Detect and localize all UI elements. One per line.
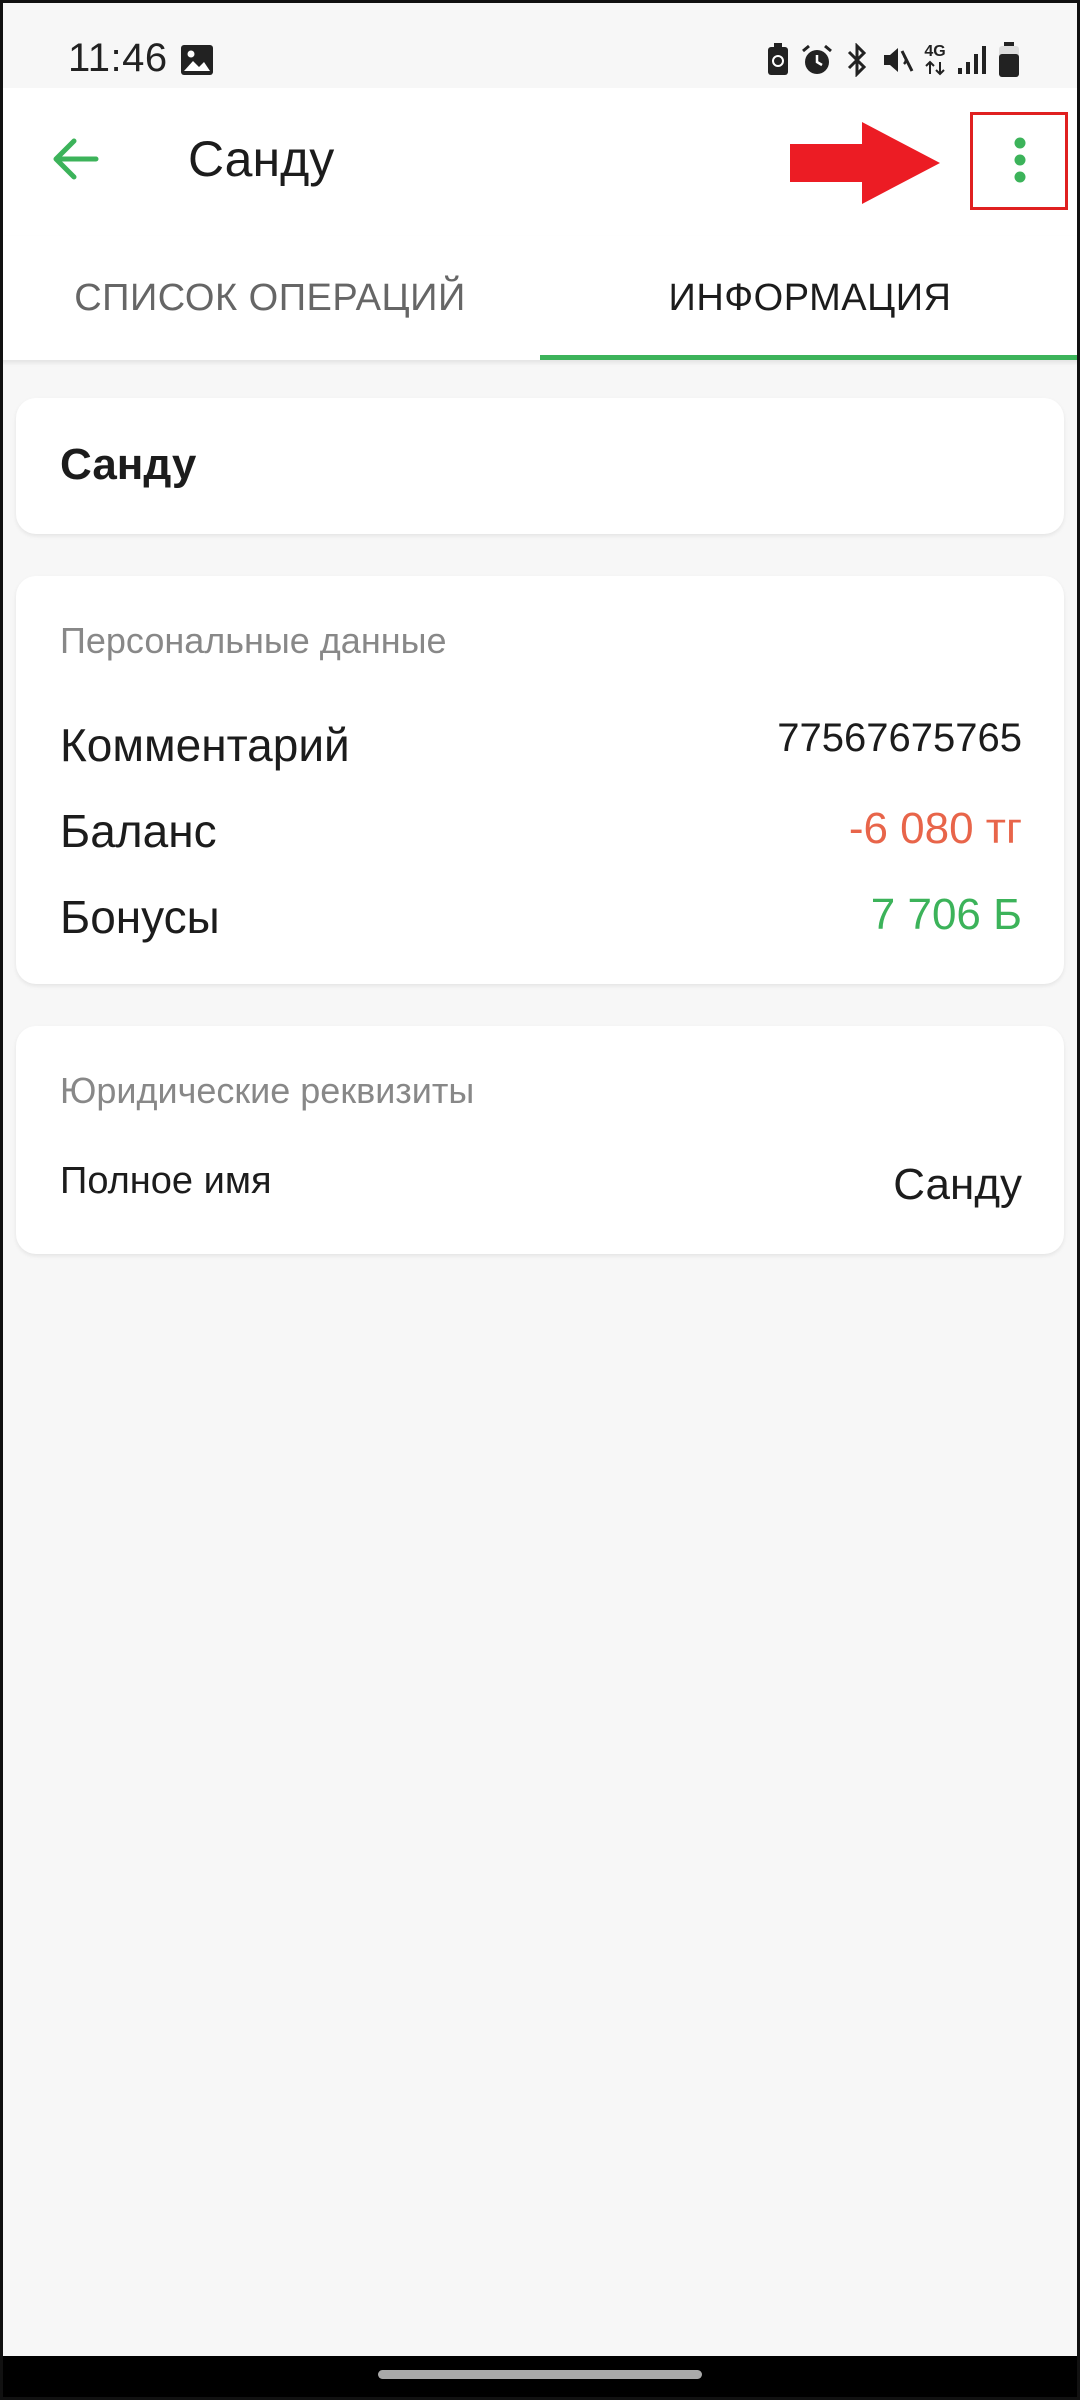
balance-value: -6 080 тг xyxy=(848,804,1022,853)
status-bar: 11:46 4G xyxy=(0,0,1080,88)
battery-saver-icon xyxy=(766,43,790,77)
bluetooth-icon xyxy=(844,43,870,77)
comment-value: 77567675765 xyxy=(777,716,1022,760)
network-4g-icon: 4G xyxy=(924,44,946,76)
status-time: 11:46 xyxy=(68,36,168,80)
signal-icon xyxy=(956,44,988,76)
legal-details-card: Юридические реквизиты Полное имя Санду xyxy=(16,1026,1064,1254)
bonus-value: 7 706 Б xyxy=(870,890,1022,939)
annotation-arrow-icon xyxy=(790,122,940,204)
full-name-label: Полное имя xyxy=(60,1160,272,1202)
more-vertical-icon xyxy=(1013,137,1027,188)
home-gesture-handle[interactable] xyxy=(378,2370,702,2379)
tab-operations-label: СПИСОК ОПЕРАЦИЙ xyxy=(74,276,466,319)
page-title: Санду xyxy=(188,131,335,187)
image-icon xyxy=(180,44,214,76)
balance-label: Баланс xyxy=(60,805,217,857)
network-label: 4G xyxy=(924,43,946,60)
bonus-label: Бонусы xyxy=(60,891,220,943)
comment-label: Комментарий xyxy=(60,719,350,771)
personal-data-card: Персональные данные Комментарий 77567675… xyxy=(16,576,1064,984)
status-icons: 4G xyxy=(766,40,1020,80)
full-name-value: Санду xyxy=(893,1160,1022,1209)
alarm-icon xyxy=(800,43,834,77)
legal-details-title: Юридические реквизиты xyxy=(60,1070,475,1111)
contact-name: Санду xyxy=(60,440,197,489)
more-options-button[interactable] xyxy=(990,128,1050,196)
navigation-bar xyxy=(0,2356,1080,2400)
personal-data-title: Персональные данные xyxy=(60,620,447,661)
contact-name-card: Санду xyxy=(16,398,1064,534)
tab-bar: СПИСОК ОПЕРАЦИЙ ИНФОРМАЦИЯ xyxy=(0,236,1080,360)
app-bar: Санду xyxy=(0,88,1080,236)
back-button[interactable] xyxy=(40,126,110,196)
active-tab-indicator xyxy=(540,355,1080,360)
tab-information-label: ИНФОРМАЦИЯ xyxy=(668,276,952,319)
arrow-left-icon xyxy=(50,137,100,186)
tab-information[interactable]: ИНФОРМАЦИЯ xyxy=(540,236,1080,360)
mute-icon xyxy=(880,43,914,77)
battery-icon xyxy=(998,42,1020,78)
tab-operations[interactable]: СПИСОК ОПЕРАЦИЙ xyxy=(0,236,540,360)
